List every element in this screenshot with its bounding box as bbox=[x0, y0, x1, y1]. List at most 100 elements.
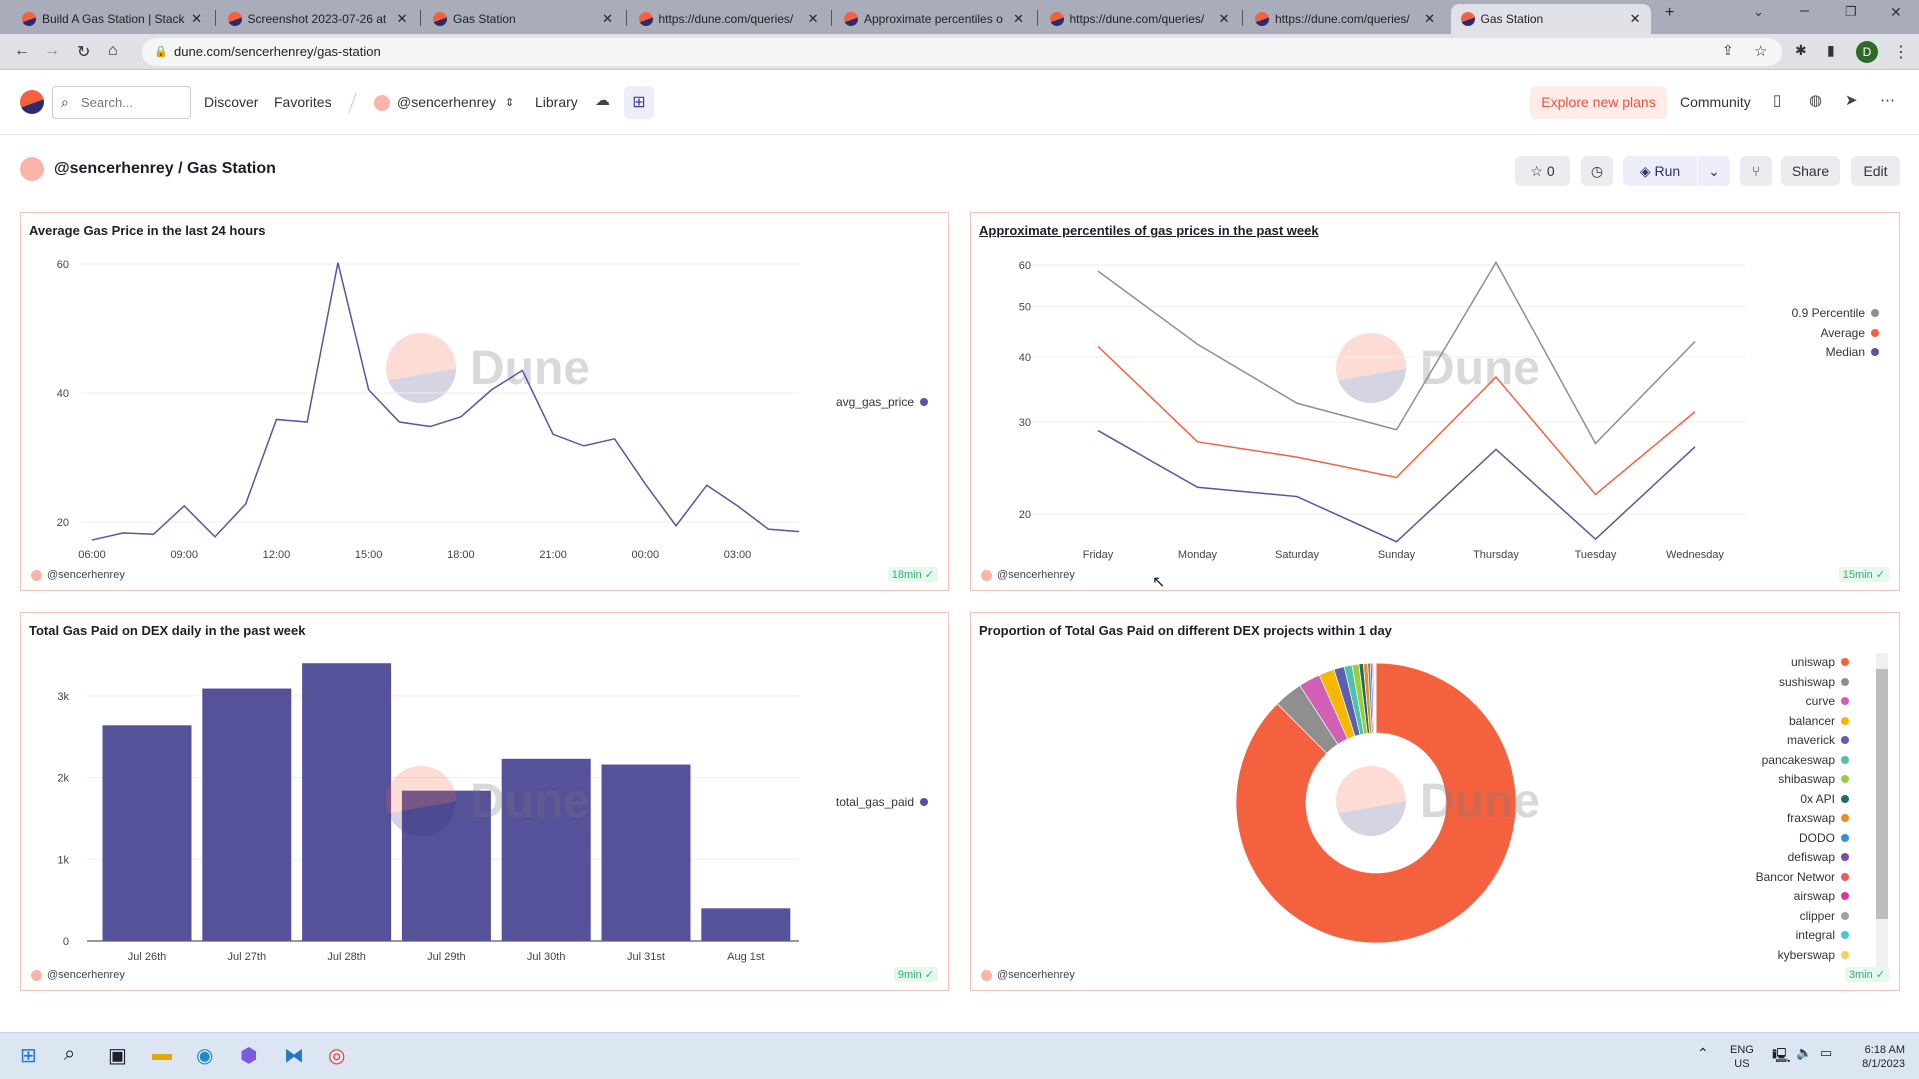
panel-author[interactable]: @sencerhenrey bbox=[981, 969, 1075, 981]
profile-avatar[interactable]: D bbox=[1856, 41, 1878, 63]
browser-tab[interactable]: Build A Gas Station | Stack ✕ bbox=[12, 4, 212, 34]
edge-icon[interactable]: ◉ bbox=[196, 1043, 213, 1068]
legend-dot bbox=[1841, 853, 1849, 861]
legend-scrollbar[interactable] bbox=[1876, 653, 1888, 975]
fork-button[interactable]: ⑂ bbox=[1740, 156, 1772, 186]
new-tab-button[interactable]: + bbox=[1665, 4, 1674, 22]
dune-logo[interactable] bbox=[20, 90, 44, 114]
tab-close-icon[interactable]: ✕ bbox=[1219, 11, 1230, 27]
browser-menu-icon[interactable]: ⋮ bbox=[1893, 42, 1909, 62]
browser-tab[interactable]: Gas Station ✕ bbox=[423, 4, 623, 34]
search-input[interactable]: ⌕ Search... bbox=[52, 86, 191, 119]
explore-plans-button[interactable]: Explore new plans bbox=[1530, 86, 1667, 119]
legend-item[interactable]: defiswap bbox=[1788, 850, 1849, 864]
copilot-icon[interactable]: ⬢ bbox=[240, 1043, 257, 1068]
panel-author[interactable]: @sencerhenrey bbox=[981, 569, 1075, 581]
legend-item[interactable]: pancakeswap bbox=[1762, 753, 1849, 767]
cloud-icon[interactable]: ☁ bbox=[595, 91, 610, 109]
legend-item[interactable]: curve bbox=[1806, 694, 1849, 708]
battery-icon[interactable]: ▭ bbox=[1820, 1045, 1832, 1061]
task-view-icon[interactable]: ▣ bbox=[108, 1043, 127, 1068]
legend-item[interactable]: airswap bbox=[1794, 889, 1849, 903]
tab-search-icon[interactable]: ⌄ bbox=[1753, 4, 1764, 20]
legend-item[interactable]: Bancor Networ bbox=[1756, 870, 1849, 884]
discord-icon[interactable]: ◍ bbox=[1809, 91, 1822, 109]
star-button[interactable]: ☆ 0 bbox=[1515, 156, 1570, 186]
tab-close-icon[interactable]: ✕ bbox=[1013, 11, 1024, 27]
share-page-icon[interactable]: ⇪ bbox=[1722, 42, 1734, 59]
legend-item[interactable]: fraxswap bbox=[1787, 811, 1849, 825]
schedule-button[interactable]: ◷ bbox=[1581, 156, 1613, 186]
browser-tab[interactable]: Approximate percentiles o ✕ bbox=[834, 4, 1034, 34]
tab-close-icon[interactable]: ✕ bbox=[397, 11, 408, 27]
nav-library[interactable]: Library bbox=[535, 94, 578, 110]
sidepanel-icon[interactable]: ▮ bbox=[1827, 42, 1835, 59]
legend-item[interactable]: shibaswap bbox=[1778, 772, 1849, 786]
forward-icon[interactable]: → bbox=[44, 42, 60, 60]
nav-community[interactable]: Community bbox=[1680, 94, 1751, 110]
run-button[interactable]: ◈ Run bbox=[1623, 156, 1697, 186]
legend-item[interactable]: sushiswap bbox=[1779, 675, 1849, 689]
file-explorer-icon[interactable]: ▬ bbox=[152, 1043, 172, 1066]
legend-item[interactable]: 0.9 Percentile bbox=[1792, 306, 1879, 320]
browser-tab[interactable]: https://dune.com/queries/✕ bbox=[1245, 4, 1445, 34]
legend-item[interactable]: maverick bbox=[1787, 733, 1849, 747]
browser-tab[interactable]: https://dune.com/queries/✕ bbox=[629, 4, 829, 34]
nav-favorites[interactable]: Favorites bbox=[274, 94, 332, 110]
show-hidden-icons[interactable]: ⌃ bbox=[1697, 1045, 1709, 1062]
legend-item[interactable]: balancer bbox=[1789, 714, 1849, 728]
vscode-icon[interactable]: ⧓ bbox=[284, 1043, 304, 1068]
language-indicator[interactable]: ENG US bbox=[1730, 1043, 1754, 1071]
search-icon[interactable]: ⌕ bbox=[64, 1043, 75, 1066]
chevron-updown-icon[interactable]: ⇕ bbox=[505, 96, 514, 109]
restore-button[interactable]: ❐ bbox=[1845, 4, 1857, 20]
legend-item[interactable]: DODO bbox=[1799, 831, 1849, 845]
legend-list: uniswap sushiswap curve balancer maverick pan… bbox=[1571, 653, 1861, 975]
chrome-icon[interactable]: ◎ bbox=[328, 1043, 345, 1068]
bookmark-star-icon[interactable]: ☆ bbox=[1754, 42, 1767, 60]
legend-item[interactable]: kyberswap bbox=[1778, 948, 1849, 962]
legend-item[interactable]: integral bbox=[1796, 928, 1849, 942]
legend-item[interactable]: Median bbox=[1826, 345, 1879, 359]
network-icon[interactable]: 🖳 bbox=[1772, 1045, 1791, 1069]
legend-item[interactable]: 0x API bbox=[1800, 792, 1849, 806]
legend-dot bbox=[1841, 814, 1849, 822]
windows-start-icon[interactable]: ⊞ bbox=[20, 1043, 37, 1068]
docs-icon[interactable]: ▯ bbox=[1773, 91, 1781, 109]
close-window-button[interactable]: ✕ bbox=[1890, 4, 1902, 21]
back-icon[interactable]: ← bbox=[14, 42, 30, 60]
tab-separator bbox=[214, 10, 216, 26]
nav-discover[interactable]: Discover bbox=[204, 94, 258, 110]
extensions-icon[interactable]: ✱ bbox=[1795, 42, 1807, 59]
legend-item[interactable]: total_gas_paid bbox=[836, 795, 928, 809]
run-options-button[interactable]: ⌄ bbox=[1698, 156, 1730, 186]
browser-tab[interactable]: Gas Station ✕ bbox=[1450, 4, 1651, 34]
tab-close-icon[interactable]: ✕ bbox=[1630, 11, 1641, 27]
legend-item[interactable]: avg_gas_price bbox=[836, 395, 928, 409]
y-tick-label: 60 bbox=[57, 259, 69, 271]
edit-button[interactable]: Edit bbox=[1851, 156, 1900, 186]
legend-item[interactable]: clipper bbox=[1800, 909, 1849, 923]
nav-user-switcher[interactable]: @sencerhenrey bbox=[397, 94, 496, 110]
more-icon[interactable]: ⋯ bbox=[1880, 91, 1895, 109]
tab-close-icon[interactable]: ✕ bbox=[1424, 11, 1435, 27]
url-input[interactable]: 🔒 dune.com/sencerhenrey/gas-station bbox=[142, 38, 1782, 66]
panel-author[interactable]: @sencerhenrey bbox=[31, 569, 125, 581]
legend-item[interactable]: uniswap bbox=[1791, 655, 1849, 669]
legend-item[interactable]: Average bbox=[1821, 326, 1879, 340]
browser-tab[interactable]: https://dune.com/queries/✕ bbox=[1040, 4, 1240, 34]
minimize-button[interactable]: – bbox=[1800, 2, 1809, 20]
panel-author[interactable]: @sencerhenrey bbox=[31, 969, 125, 981]
tab-close-icon[interactable]: ✕ bbox=[602, 11, 613, 27]
volume-icon[interactable]: 🔈 bbox=[1796, 1045, 1812, 1061]
browser-tab[interactable]: Screenshot 2023-07-26 at ✕ bbox=[218, 4, 418, 34]
clock[interactable]: 6:18 AM 8/1/2023 bbox=[1850, 1043, 1905, 1071]
tab-close-icon[interactable]: ✕ bbox=[191, 11, 202, 27]
reload-icon[interactable]: ↻ bbox=[77, 42, 90, 62]
home-icon[interactable]: ⌂ bbox=[108, 42, 118, 60]
tab-favicon-icon bbox=[22, 12, 36, 26]
tab-close-icon[interactable]: ✕ bbox=[808, 11, 819, 27]
telegram-icon[interactable]: ➤ bbox=[1845, 91, 1858, 109]
create-new-button[interactable]: ⊞ bbox=[624, 86, 654, 119]
share-button[interactable]: Share bbox=[1781, 156, 1840, 186]
